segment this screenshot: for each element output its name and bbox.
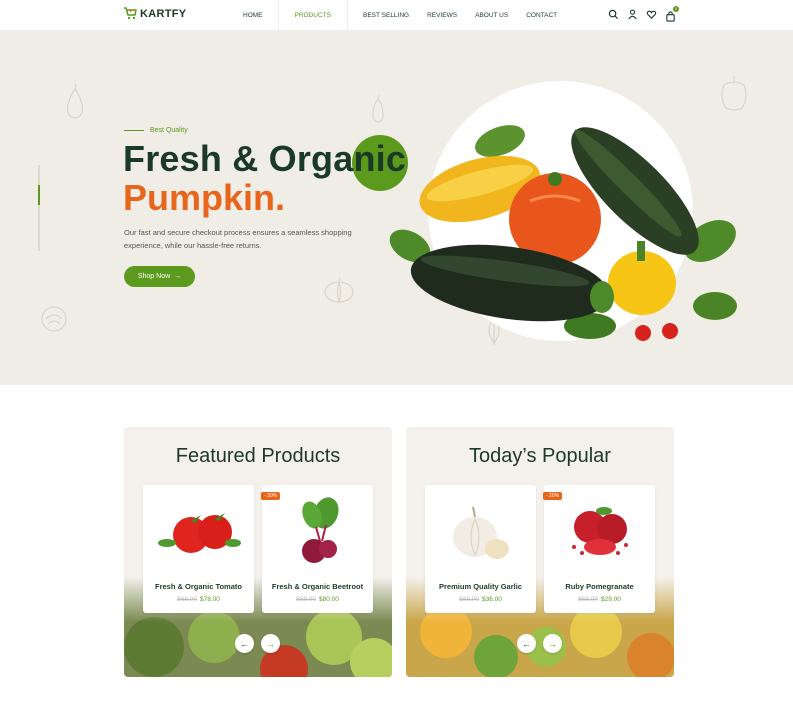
- hero-slider-indicator[interactable]: [38, 165, 40, 251]
- arrow-right-icon: →: [548, 638, 557, 649]
- old-price: $68.00: [578, 596, 598, 603]
- arrow-left-icon: ←: [240, 638, 249, 649]
- nav-home[interactable]: HOME: [234, 0, 272, 31]
- cart-count-badge: 0: [673, 6, 679, 12]
- old-price: $68.00: [177, 596, 197, 603]
- nav-reviews[interactable]: REVIEWS: [418, 0, 466, 31]
- discount-badge: - 20%: [543, 492, 563, 500]
- featured-products-card: Featured Products Fresh & Organic Tomato…: [124, 427, 392, 677]
- arrow-right-icon: →: [174, 273, 182, 280]
- shop-now-label: Shop Now: [137, 273, 171, 280]
- pear-doodle-icon: [67, 83, 83, 119]
- todays-popular-card: Today’s Popular Premium Quality Garlic $…: [406, 427, 674, 677]
- current-price: $80.00: [319, 596, 339, 603]
- prev-button[interactable]: ←: [517, 634, 536, 653]
- product-name[interactable]: Fresh & Organic Tomato: [143, 582, 254, 591]
- product-price: $68.00 $80.00: [262, 596, 373, 603]
- prev-button[interactable]: ←: [235, 634, 254, 653]
- vegetables-hero-image: [389, 125, 737, 341]
- current-price: $36.00: [482, 596, 502, 603]
- product-card[interactable]: - 30% Fresh & Organic Beetroot $68.00 $80…: [261, 485, 373, 613]
- main-nav: HOME PRODUCTS BEST SELLING REVIEWS ABOUT…: [234, 0, 566, 31]
- product-card[interactable]: Fresh & Organic Tomato $68.00 $78.00: [143, 485, 254, 613]
- cabbage-doodle-icon: [41, 306, 67, 332]
- discount-badge: - 30%: [261, 492, 281, 500]
- pomegranate-image: [572, 507, 628, 555]
- shopping-bag-icon: [666, 11, 675, 22]
- product-card[interactable]: Premium Quality Garlic $68.00 $36.00: [425, 485, 536, 613]
- logo-text: KARTFY: [140, 7, 187, 20]
- product-card[interactable]: - 20% Ruby Pomegranate $68.00 $29.00: [543, 485, 655, 613]
- heart-icon[interactable]: [646, 9, 657, 20]
- hero-section: Best Quality Fresh & Organic Pumpkin. Ou…: [0, 31, 793, 385]
- product-name[interactable]: Fresh & Organic Beetroot: [262, 582, 373, 591]
- product-price: $68.00 $29.00: [544, 596, 655, 603]
- garlic-image: [453, 506, 509, 559]
- user-icon[interactable]: [627, 9, 638, 20]
- page: KARTFY HOME PRODUCTS BEST SELLING REVIEW…: [0, 0, 793, 708]
- current-price: $78.00: [200, 596, 220, 603]
- nav-products[interactable]: PRODUCTS: [277, 0, 348, 31]
- cart-logo-icon: [124, 7, 137, 20]
- site-header: KARTFY HOME PRODUCTS BEST SELLING REVIEW…: [0, 0, 793, 31]
- hero-eyebrow: Best Quality: [124, 127, 188, 134]
- search-icon[interactable]: [608, 9, 619, 20]
- shop-now-button[interactable]: Shop Now →: [124, 266, 195, 287]
- hero-title-line2: Pumpkin.: [123, 177, 286, 218]
- nav-contact[interactable]: CONTACT: [517, 0, 566, 31]
- logo[interactable]: KARTFY: [123, 7, 186, 20]
- featured-products-title: Featured Products: [175, 445, 341, 467]
- cart-button[interactable]: 0: [665, 6, 679, 22]
- todays-popular-title: Today’s Popular: [469, 445, 611, 467]
- tomato-image: [158, 513, 241, 553]
- arrow-right-icon: →: [266, 638, 275, 649]
- next-button[interactable]: →: [543, 634, 562, 653]
- next-button[interactable]: →: [261, 634, 280, 653]
- product-price: $68.00 $78.00: [143, 596, 254, 603]
- product-name[interactable]: Ruby Pomegranate: [544, 582, 655, 591]
- nav-best-selling[interactable]: BEST SELLING: [354, 0, 418, 31]
- header-icons: 0: [608, 6, 679, 22]
- pumpkin-doodle-icon: [324, 276, 354, 303]
- hero-eyebrow-text: Best Quality: [150, 127, 188, 134]
- old-price: $68.00: [296, 596, 316, 603]
- nav-about-us[interactable]: ABOUT US: [466, 0, 517, 31]
- beetroot-image: [302, 497, 339, 563]
- arrow-left-icon: ←: [522, 638, 531, 649]
- old-price: $68.00: [459, 596, 479, 603]
- current-price: $29.00: [601, 596, 621, 603]
- product-price: $68.00 $36.00: [425, 596, 536, 603]
- hero-description: Our fast and secure checkout process ens…: [124, 228, 352, 250]
- product-name[interactable]: Premium Quality Garlic: [425, 582, 536, 591]
- hero-title-line1: Fresh & Organic: [123, 138, 407, 179]
